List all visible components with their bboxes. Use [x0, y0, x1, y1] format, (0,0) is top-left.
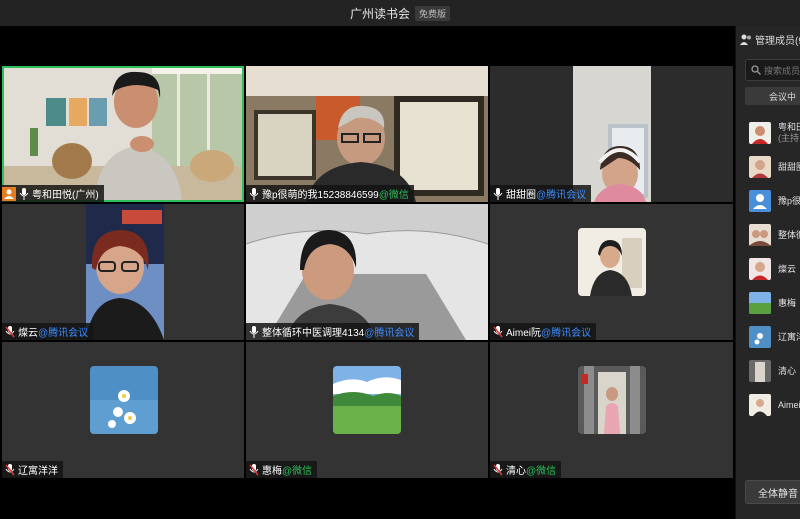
- members-icon: [740, 34, 751, 45]
- avatar: [749, 224, 771, 246]
- title-bar: 广州读书会 免费版: [0, 0, 800, 26]
- video-tile[interactable]: Aimei阮 @腾讯会议: [490, 204, 733, 340]
- mic-icon: [493, 187, 503, 200]
- member-role: (主持: [778, 133, 799, 143]
- participant-name: 清心: [506, 466, 526, 477]
- participant-source: @微信: [526, 466, 557, 477]
- search-placeholder: 搜索成员: [764, 65, 800, 76]
- participant-avatar: [578, 228, 646, 296]
- participant-name: 整体循环中医调理4134: [262, 328, 365, 339]
- participant-label: 整体循环中医调理4134 @腾讯会议: [246, 323, 420, 340]
- video-tile-host[interactable]: 粤和田悦(广州): [2, 66, 244, 202]
- participant-source: @微信: [378, 190, 409, 201]
- participant-label: 粤和田悦(广州): [2, 185, 104, 202]
- member-name: 甜甜圈: [778, 161, 800, 172]
- participant-source: @腾讯会议: [541, 328, 592, 339]
- meeting-title: 广州读书会: [349, 6, 410, 21]
- members-panel: 管理成员(9) 搜索成员 会议中 粤和田(主持 甜甜圈 豫p很 整体循 燦云 惠…: [735, 26, 800, 519]
- member-name: 燦云: [778, 263, 797, 274]
- video-feed: [246, 66, 488, 202]
- tab-in-meeting[interactable]: 会议中: [745, 87, 800, 105]
- member-item[interactable]: 整体循: [749, 223, 800, 247]
- member-name: 惠梅: [778, 297, 797, 308]
- mic-muted-icon: [249, 463, 259, 475]
- participant-avatar: [90, 366, 158, 434]
- video-feed: [2, 66, 244, 202]
- mic-muted-icon: [5, 463, 15, 475]
- participant-name: 辽寓洋洋: [18, 466, 58, 477]
- member-item[interactable]: 清心: [749, 359, 796, 383]
- mic-icon: [249, 325, 259, 338]
- edition-badge: 免费版: [415, 5, 451, 21]
- video-feed: [573, 66, 651, 202]
- member-item[interactable]: 辽寓洋: [749, 325, 800, 349]
- video-tile[interactable]: 豫p很萌的我15238846599 @微信: [246, 66, 488, 202]
- participant-label: 清心 @微信: [490, 461, 562, 478]
- mic-muted-icon: [5, 325, 15, 337]
- member-name: 豫p很: [778, 195, 800, 206]
- video-tile[interactable]: 甜甜圈 @腾讯会议: [490, 66, 733, 202]
- host-icon: [2, 186, 16, 201]
- participant-source: @腾讯会议: [536, 190, 587, 201]
- avatar: [749, 292, 771, 314]
- member-item[interactable]: 燦云: [749, 257, 796, 281]
- member-item[interactable]: 豫p很: [749, 189, 800, 213]
- member-name: Aimei: [778, 399, 800, 410]
- avatar: [749, 394, 771, 416]
- participant-avatar: [578, 366, 646, 434]
- video-feed: [246, 204, 488, 340]
- participant-name: 粤和田悦(广州): [32, 190, 99, 201]
- members-header: 管理成员(9): [740, 32, 800, 47]
- mic-icon: [249, 187, 259, 200]
- avatar: [749, 326, 771, 348]
- video-feed: [86, 204, 164, 340]
- participant-source: @腾讯会议: [38, 328, 89, 339]
- video-tile[interactable]: 辽寓洋洋: [2, 342, 244, 478]
- member-name: 整体循: [778, 229, 800, 240]
- participant-label: 燦云 @腾讯会议: [2, 323, 94, 340]
- member-name: 清心: [778, 365, 797, 376]
- member-item[interactable]: 惠梅: [749, 291, 796, 315]
- participant-label: 豫p很萌的我15238846599 @微信: [246, 185, 414, 202]
- video-tile[interactable]: 整体循环中医调理4134 @腾讯会议: [246, 204, 488, 340]
- member-item[interactable]: Aimei: [749, 393, 800, 417]
- video-tile[interactable]: 清心 @微信: [490, 342, 733, 478]
- participant-name: 惠梅: [262, 466, 282, 477]
- avatar: [749, 156, 771, 178]
- avatar: [749, 360, 771, 382]
- participant-name: 豫p很萌的我15238846599: [262, 190, 379, 201]
- participant-name: Aimei阮: [506, 328, 542, 339]
- participant-source: @腾讯会议: [364, 328, 415, 339]
- participant-label: 惠梅 @微信: [246, 461, 318, 478]
- mic-muted-icon: [493, 325, 503, 337]
- participant-label: 辽寓洋洋: [2, 461, 63, 478]
- member-name: 粤和田: [778, 122, 800, 132]
- member-search-input[interactable]: 搜索成员: [745, 59, 800, 81]
- participant-name: 甜甜圈: [506, 190, 536, 201]
- video-grid: 粤和田悦(广州) 豫p很萌的我15238846599 @微信 甜甜圈 @腾讯会议…: [0, 26, 735, 519]
- video-tile[interactable]: 惠梅 @微信: [246, 342, 488, 478]
- avatar: [749, 258, 771, 280]
- member-name: 辽寓洋: [778, 331, 800, 342]
- participant-name: 燦云: [18, 328, 38, 339]
- members-title: 管理成员(9): [755, 36, 800, 47]
- avatar: [749, 190, 771, 212]
- mic-icon: [19, 187, 29, 200]
- participant-source: @微信: [282, 466, 313, 477]
- search-icon: [751, 65, 761, 75]
- mic-muted-icon: [493, 463, 503, 475]
- member-item[interactable]: 甜甜圈: [749, 155, 800, 179]
- video-tile[interactable]: 燦云 @腾讯会议: [2, 204, 244, 340]
- participant-avatar: [333, 366, 401, 434]
- participant-label: Aimei阮 @腾讯会议: [490, 323, 597, 340]
- avatar: [749, 122, 771, 144]
- mute-all-button[interactable]: 全体静音: [745, 480, 800, 504]
- member-item[interactable]: 粤和田(主持: [749, 121, 800, 145]
- participant-label: 甜甜圈 @腾讯会议: [490, 185, 592, 202]
